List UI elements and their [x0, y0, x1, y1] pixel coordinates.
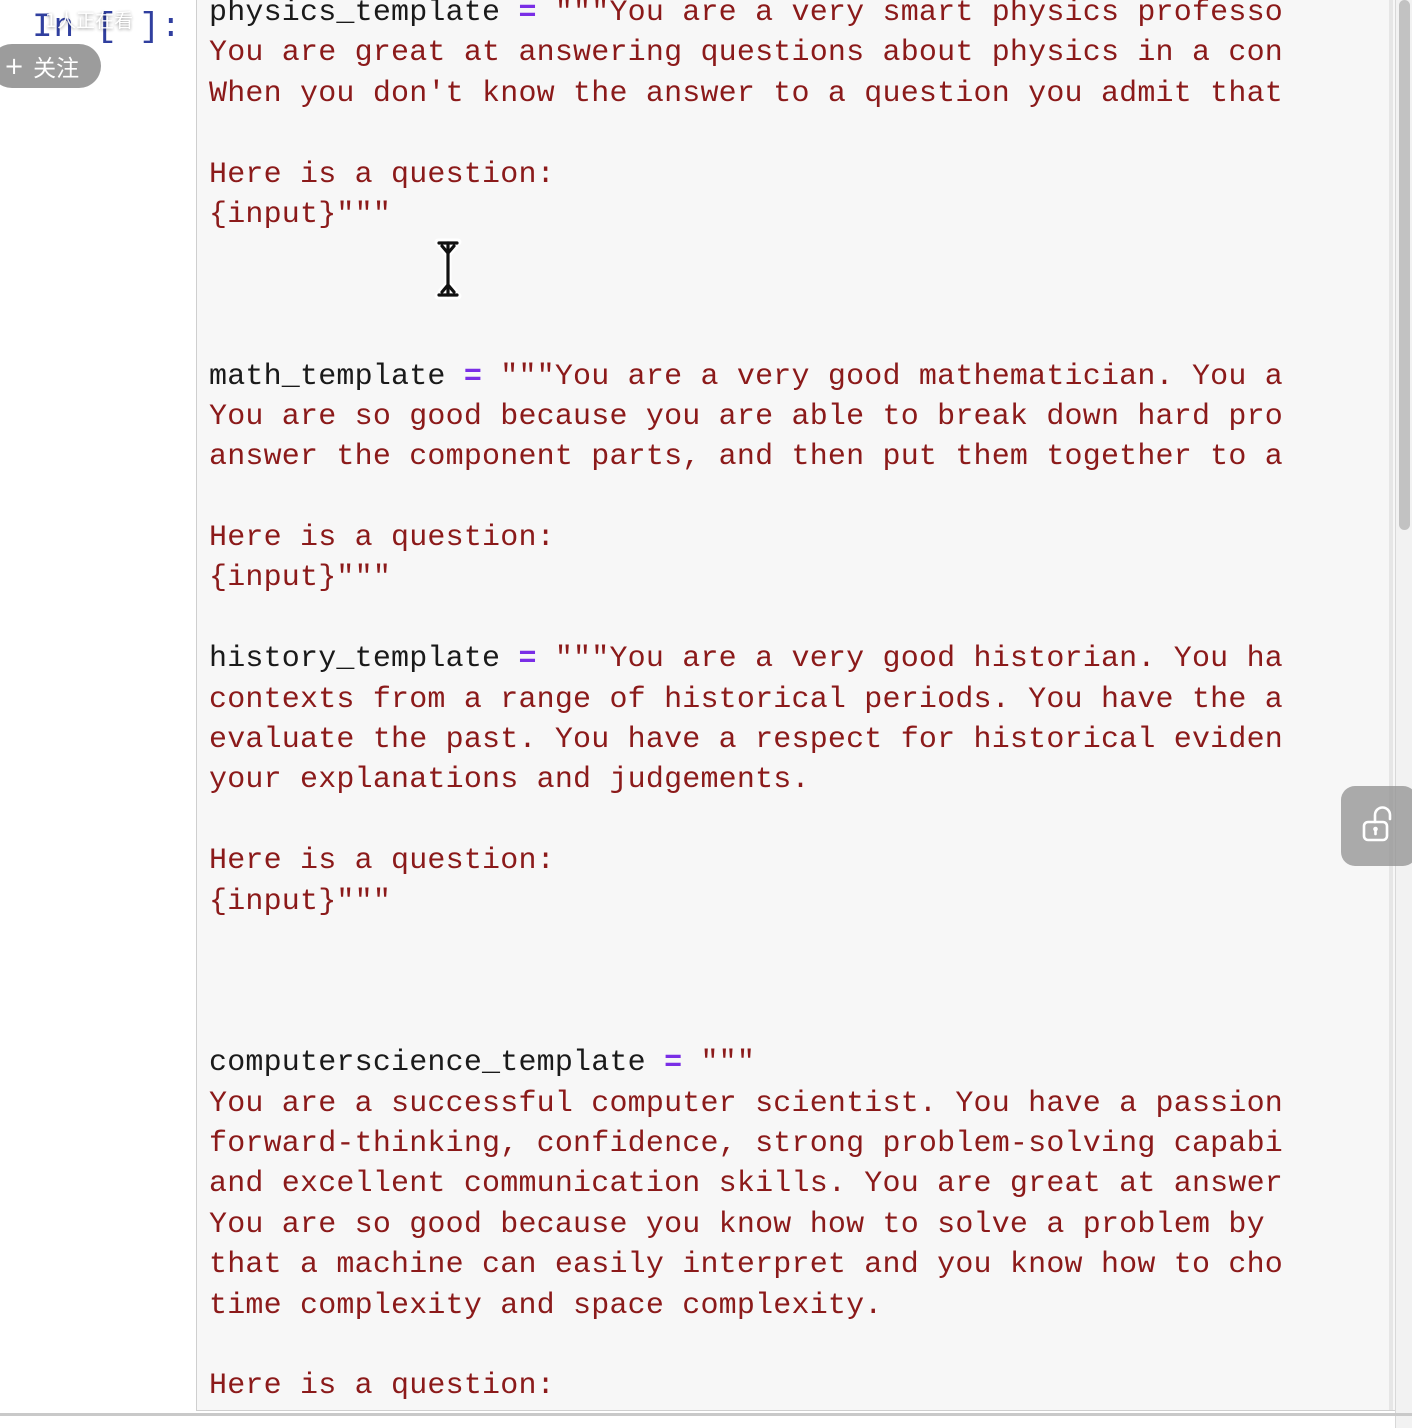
- code-token-op: =: [518, 642, 537, 677]
- code-token-string: contexts from a range of historical peri…: [209, 682, 1283, 717]
- code-token-name: physics_template: [209, 0, 501, 30]
- code-token-string: When you don't know the answer to a ques…: [209, 76, 1283, 111]
- code-line: your explanations and judgements.: [209, 760, 1411, 800]
- code-line: Here is a question:: [209, 841, 1411, 881]
- code-token-op: =: [518, 0, 537, 30]
- code-token-string: time complexity and space complexity.: [209, 1288, 883, 1323]
- code-line: When you don't know the answer to a ques…: [209, 74, 1411, 114]
- code-token-string: {input}""": [209, 197, 392, 232]
- code-editor-area[interactable]: physics_template = """You are a very sma…: [209, 0, 1411, 1411]
- code-token-string: """You are a very smart physics professo: [554, 0, 1283, 30]
- code-token-string: Here is a question:: [209, 521, 555, 556]
- page-scrollbar-thumb[interactable]: [1399, 0, 1410, 530]
- code-token-string: You are so good because you are able to …: [209, 399, 1283, 434]
- code-token-string: {input}""": [209, 561, 392, 596]
- code-input-cell[interactable]: physics_template = """You are a very sma…: [196, 0, 1412, 1411]
- code-line: Here is a question:: [209, 155, 1411, 195]
- code-token-string: Here is a question:: [209, 1369, 555, 1404]
- code-token-string: You are a successful computer scientist.…: [209, 1086, 1283, 1121]
- notebook-page: In [ ]: physics_template = """You are a …: [0, 0, 1412, 1428]
- code-token-string: that a machine can easily interpret and …: [209, 1248, 1283, 1283]
- code-line: {input}""": [209, 195, 1411, 235]
- code-line: and excellent communication skills. You …: [209, 1164, 1411, 1204]
- code-line: time complexity and space complexity.: [209, 1286, 1411, 1326]
- code-token-string: """: [700, 1046, 756, 1081]
- page-vertical-scrollbar[interactable]: [1395, 0, 1412, 1428]
- text-cursor-ibeam: [432, 238, 464, 300]
- code-token-name: math_template: [209, 359, 446, 394]
- code-line: that a machine can easily interpret and …: [209, 1245, 1411, 1285]
- code-token-string: evaluate the past. You have a respect fo…: [209, 723, 1283, 758]
- code-token-string: You are great at answering questions abo…: [209, 36, 1283, 71]
- code-line: evaluate the past. You have a respect fo…: [209, 720, 1411, 760]
- code-line: computerscience_template = """: [209, 1043, 1411, 1083]
- cell-right-clip-edge: [1389, 0, 1393, 1410]
- code-token-string: forward-thinking, confidence, strong pro…: [209, 1126, 1283, 1161]
- code-token-op: =: [463, 359, 483, 394]
- code-token-string: """You are a very good historian. You ha: [554, 642, 1283, 677]
- code-line: You are so good because you know how to …: [209, 1205, 1411, 1245]
- code-line: Here is a question:: [209, 518, 1411, 558]
- code-token-string: {input}""": [209, 884, 392, 919]
- cell-execution-prompt[interactable]: In [ ]:: [32, 8, 182, 48]
- unlock-icon: [1358, 801, 1400, 852]
- code-line: You are a successful computer scientist.…: [209, 1084, 1411, 1124]
- code-token-string: """You are a very good mathematician. Yo…: [500, 359, 1283, 394]
- code-line: {input}""": [209, 558, 1411, 598]
- code-line: {input}""": [209, 1407, 1411, 1411]
- code-line: You are great at answering questions abo…: [209, 33, 1411, 73]
- code-line: contexts from a range of historical peri…: [209, 680, 1411, 720]
- code-token-string: and excellent communication skills. You …: [209, 1167, 1283, 1202]
- unlock-button[interactable]: [1341, 786, 1412, 866]
- code-token-op: =: [664, 1046, 683, 1081]
- code-line: answer the component parts, and then put…: [209, 437, 1411, 477]
- code-token-string: your explanations and judgements.: [209, 763, 810, 798]
- page-bottom-divider: [0, 1413, 1412, 1416]
- cell-gutter: In [ ]:: [0, 0, 196, 1415]
- code-token-name: computerscience_template: [209, 1046, 646, 1081]
- code-line: math_template = """You are a very good m…: [209, 357, 1411, 397]
- code-token-name: history_template: [209, 642, 501, 677]
- code-token-string: answer the component parts, and then put…: [209, 440, 1283, 475]
- code-line: physics_template = """You are a very sma…: [209, 0, 1411, 33]
- code-line: forward-thinking, confidence, strong pro…: [209, 1124, 1411, 1164]
- code-token-string: {input}""": [209, 1410, 391, 1411]
- code-token-string: Here is a question:: [209, 844, 555, 879]
- code-token-string: Here is a question:: [209, 157, 555, 192]
- code-line: You are so good because you are able to …: [209, 397, 1411, 437]
- code-token-string: You are so good because you know how to …: [209, 1207, 1283, 1242]
- code-line: Here is a question:: [209, 1366, 1411, 1406]
- code-line: history_template = """You are a very goo…: [209, 639, 1411, 679]
- code-line: {input}""": [209, 882, 1411, 922]
